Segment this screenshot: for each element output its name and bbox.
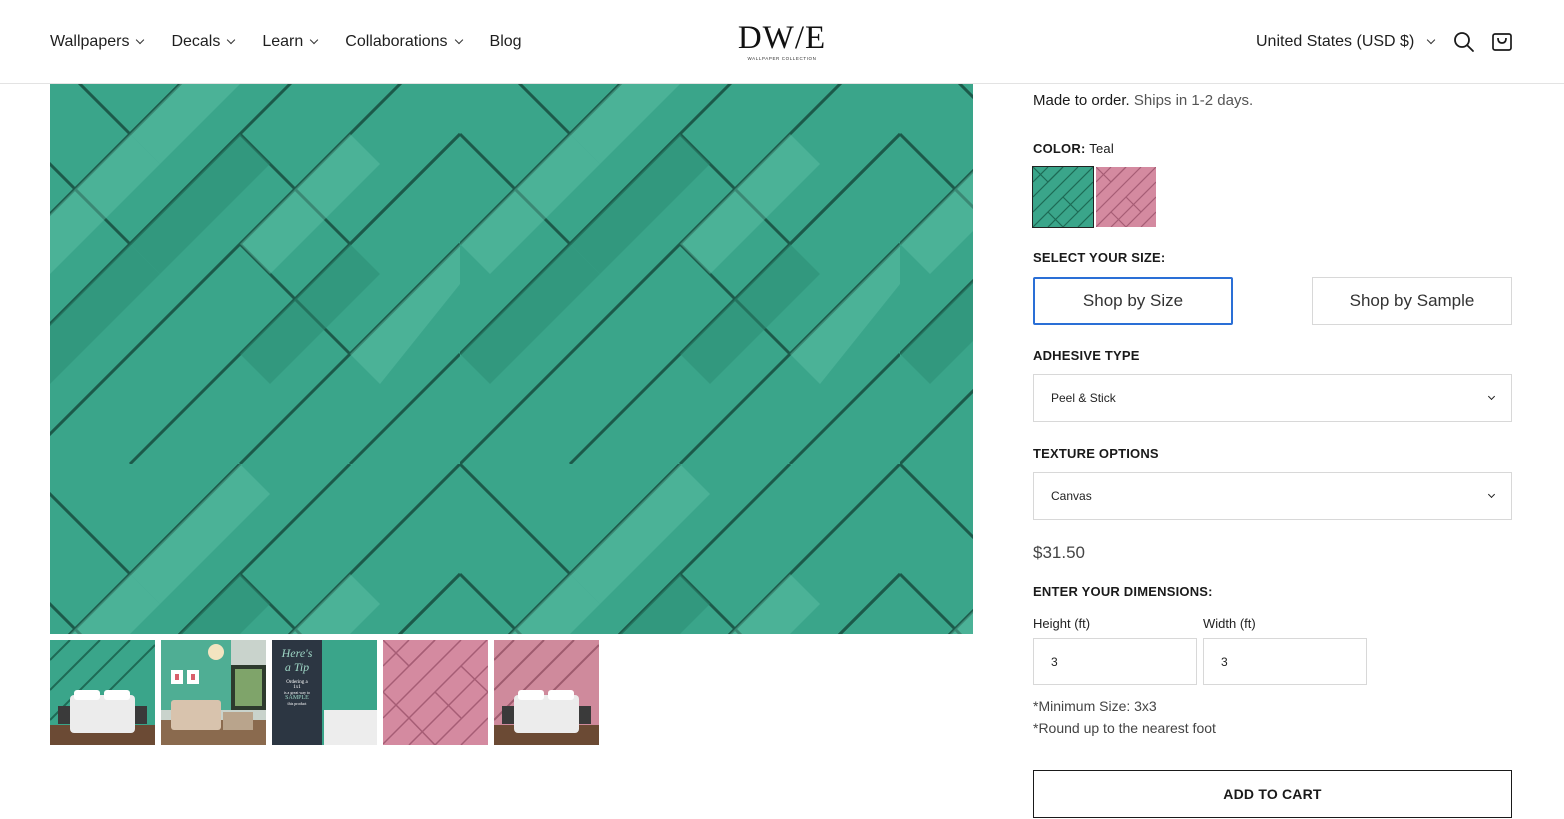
living-room-scene xyxy=(161,640,266,745)
shop-by-size-button[interactable]: Shop by Size xyxy=(1033,277,1233,325)
nav-item-wallpapers[interactable]: Wallpapers xyxy=(50,33,145,51)
chevron-down-icon xyxy=(1487,392,1496,400)
chevron-down-icon xyxy=(310,35,319,45)
thumbnail-tip-card[interactable]: Here's a Tip Ordering a 1x1 is a great w… xyxy=(272,640,377,745)
site-logo[interactable]: DW/E WALLPAPER COLLECTION xyxy=(736,20,828,66)
add-to-cart-button[interactable]: ADD TO CART xyxy=(1033,770,1512,818)
pink-pattern-swatch xyxy=(383,640,488,745)
shipping-info-rest: Ships in 1-2 days. xyxy=(1129,92,1254,109)
nav-item-collaborations[interactable]: Collaborations xyxy=(345,33,463,51)
nav-item-learn[interactable]: Learn xyxy=(262,33,319,51)
thumbnail-strip: Here's a Tip Ordering a 1x1 is a great w… xyxy=(50,640,599,745)
nav-item-blog[interactable]: Blog xyxy=(490,33,522,51)
main-nav: Wallpapers Decals Learn Collaborations B… xyxy=(50,0,522,84)
adhesive-value: Peel & Stick xyxy=(1051,391,1116,405)
region-selector[interactable]: United States (USD $) xyxy=(1256,0,1436,84)
nav-item-label: Learn xyxy=(262,33,304,50)
color-label-text: COLOR: xyxy=(1033,141,1086,156)
pink-swatch-pattern xyxy=(1096,167,1156,227)
nav-item-label: Wallpapers xyxy=(50,33,130,50)
swatch-teal[interactable] xyxy=(1032,166,1094,228)
chevron-down-icon xyxy=(227,35,236,45)
width-input[interactable]: 3 xyxy=(1203,638,1367,685)
product-main-image[interactable] xyxy=(50,84,973,634)
color-label: COLOR: Teal xyxy=(1033,141,1114,156)
height-input[interactable]: 3 xyxy=(1033,638,1197,685)
nav-item-label: Blog xyxy=(489,33,522,50)
texture-value: Canvas xyxy=(1051,489,1092,503)
teal-swatch-pattern xyxy=(1033,167,1093,227)
site-header: Wallpapers Decals Learn Collaborations B… xyxy=(0,0,1564,84)
shipping-info: Made to order. Ships in 1-2 days. xyxy=(1033,92,1253,109)
thumbnail-teal-bedroom[interactable] xyxy=(50,640,155,745)
nav-item-label: Decals xyxy=(171,33,221,50)
nav-item-decals[interactable]: Decals xyxy=(171,33,236,51)
chevron-down-icon xyxy=(454,35,463,45)
bedroom-scene xyxy=(50,640,155,745)
logo-wordmark: DW/E xyxy=(737,20,827,56)
min-size-note: *Minimum Size: 3x3 xyxy=(1033,698,1157,714)
width-label: Width (ft) xyxy=(1203,616,1256,631)
round-up-note: *Round up to the nearest foot xyxy=(1033,720,1216,736)
thumbnail-teal-living-room[interactable] xyxy=(161,640,266,745)
adhesive-select[interactable]: Peel & Stick xyxy=(1033,374,1512,422)
shipping-info-bold: Made to order. xyxy=(1033,92,1130,109)
texture-select[interactable]: Canvas xyxy=(1033,472,1512,520)
region-label: United States (USD $) xyxy=(1256,33,1415,50)
shopping-bag-icon[interactable] xyxy=(1490,29,1514,53)
swatch-pink[interactable] xyxy=(1096,167,1156,227)
chevron-down-icon xyxy=(1487,490,1496,498)
price: $31.50 xyxy=(1033,543,1085,562)
tip-body-line: this product xyxy=(287,701,307,706)
herringbone-pattern xyxy=(50,84,973,634)
thumbnail-pink-bedroom[interactable] xyxy=(494,640,599,745)
shop-by-sample-button[interactable]: Shop by Sample xyxy=(1312,277,1512,325)
chevron-down-icon xyxy=(136,35,145,45)
pink-bedroom-scene xyxy=(494,640,599,745)
chevron-down-icon xyxy=(1427,35,1436,45)
size-label: SELECT YOUR SIZE: xyxy=(1033,250,1166,265)
tip-card-text: Here's a Tip Ordering a 1x1 is a great w… xyxy=(272,646,322,706)
dimensions-label: ENTER YOUR DIMENSIONS: xyxy=(1033,584,1213,599)
logo-tagline: WALLPAPER COLLECTION xyxy=(747,56,817,61)
tip-title-line: Here's xyxy=(281,646,313,660)
nav-item-label: Collaborations xyxy=(345,33,448,50)
thumbnail-pink-pattern[interactable] xyxy=(383,640,488,745)
adhesive-label: ADHESIVE TYPE xyxy=(1033,348,1140,363)
tip-title-line: a Tip xyxy=(284,660,310,674)
color-value: Teal xyxy=(1089,141,1114,156)
texture-label: TEXTURE OPTIONS xyxy=(1033,446,1159,461)
height-label: Height (ft) xyxy=(1033,616,1091,631)
search-icon[interactable] xyxy=(1452,30,1476,54)
